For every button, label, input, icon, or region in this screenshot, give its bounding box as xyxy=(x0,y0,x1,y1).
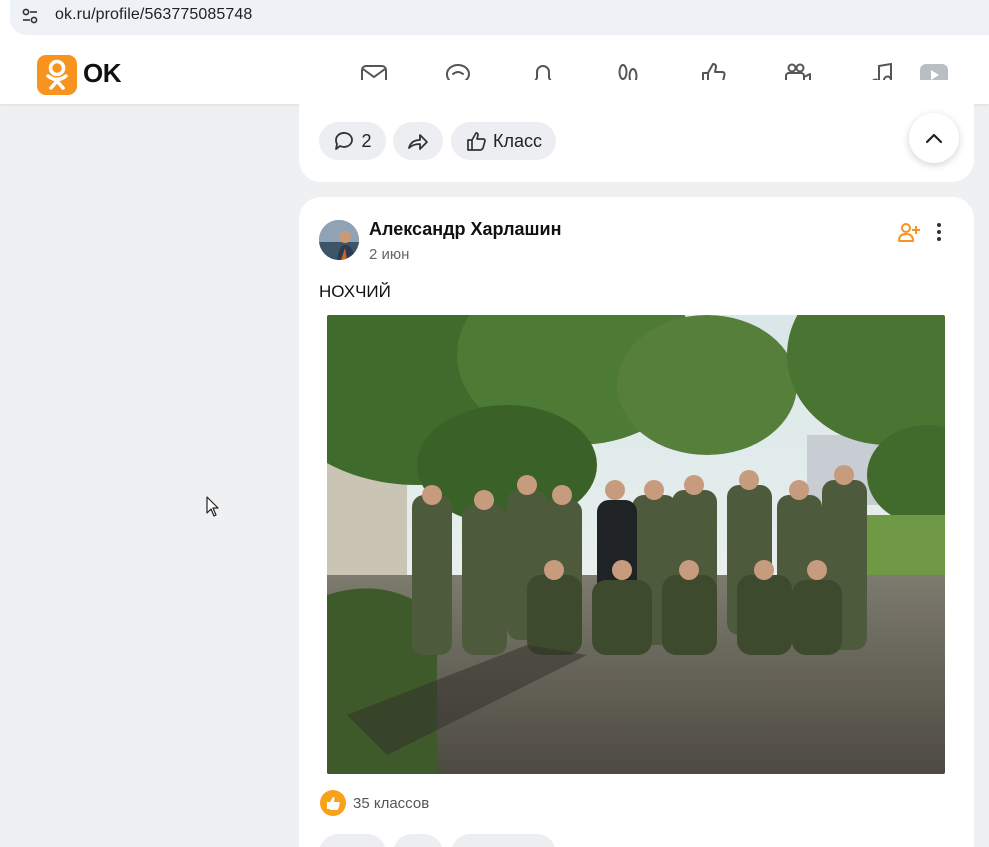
comments-button-partial[interactable] xyxy=(319,834,386,847)
share-icon xyxy=(408,134,428,150)
browser-url-bar: ok.ru/profile/563775085748 xyxy=(0,0,989,44)
post-text: НОХЧИЙ xyxy=(319,282,391,301)
tune-icon[interactable] xyxy=(20,6,40,26)
like-button[interactable]: Класс xyxy=(451,122,556,160)
add-friend-icon[interactable] xyxy=(897,221,921,243)
likes-icon[interactable] xyxy=(320,790,346,816)
thumbs-up-icon xyxy=(467,132,486,151)
comments-count: 2 xyxy=(361,130,372,151)
author-name[interactable]: Александр Харлашин xyxy=(369,219,561,240)
scroll-to-top-button[interactable] xyxy=(909,113,959,163)
ok-logo[interactable] xyxy=(37,55,77,95)
post-photo[interactable] xyxy=(327,315,945,774)
url-text[interactable]: ok.ru/profile/563775085748 xyxy=(55,6,252,24)
mouse-cursor-icon xyxy=(206,496,219,517)
like-label: Класс xyxy=(493,130,542,151)
ok-logo-icon xyxy=(46,59,68,90)
chevron-up-icon xyxy=(925,133,943,144)
comments-button[interactable]: 2 xyxy=(319,122,386,160)
thumbs-up-icon xyxy=(327,797,340,810)
avatar-image xyxy=(319,220,359,260)
comment-icon xyxy=(335,132,354,150)
likes-count[interactable]: 35 классов xyxy=(353,795,429,812)
like-button-partial[interactable] xyxy=(451,834,556,847)
author-avatar[interactable] xyxy=(319,220,359,260)
logo-text[interactable]: OK xyxy=(83,58,122,89)
post-date[interactable]: 2 июн xyxy=(369,246,409,263)
share-button[interactable] xyxy=(393,122,443,160)
group-photo-image xyxy=(327,315,945,774)
more-vertical-icon[interactable] xyxy=(930,222,948,242)
